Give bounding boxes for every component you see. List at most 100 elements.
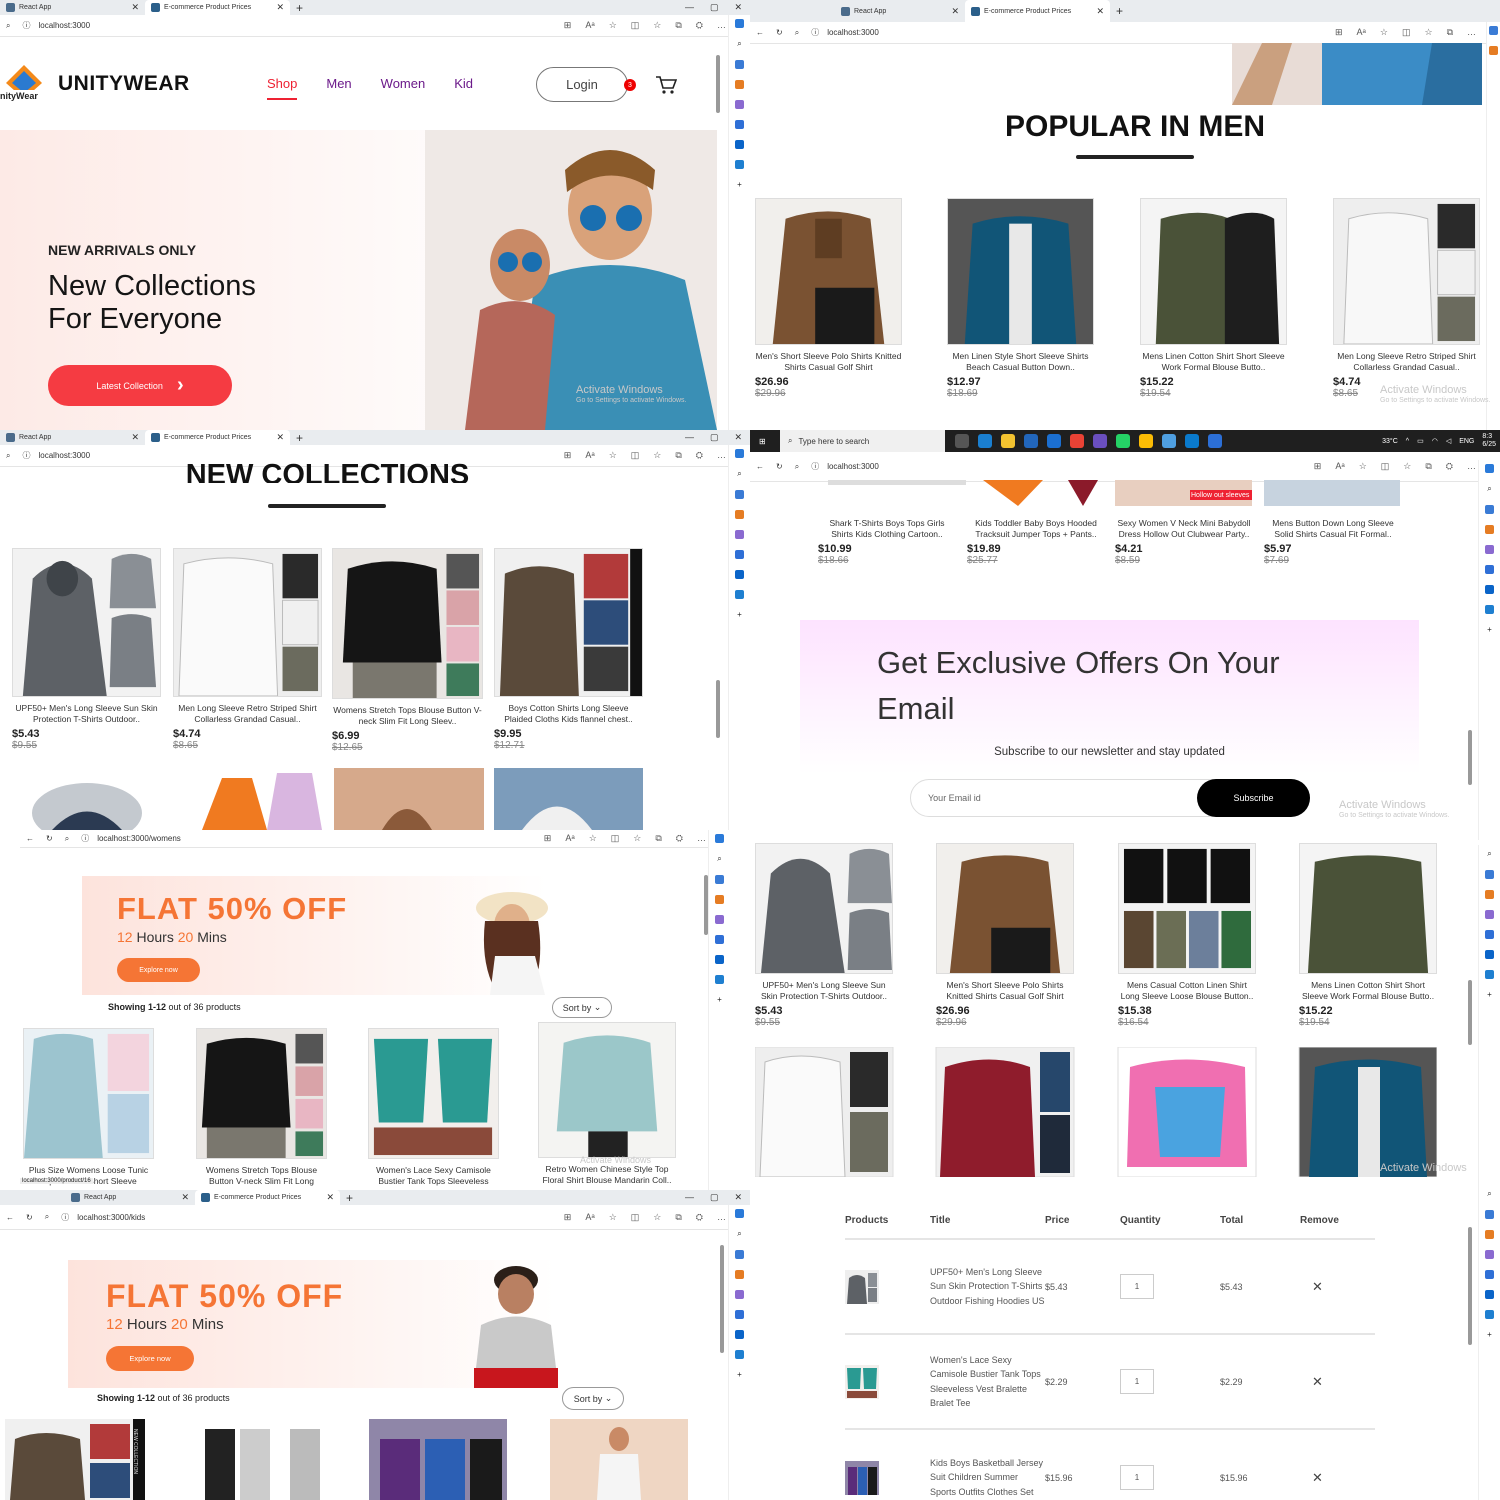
collections-icon[interactable]: ⧉: [675, 450, 681, 461]
url-field[interactable]: localhost:3000: [827, 462, 879, 471]
outlook-icon[interactable]: [735, 140, 744, 149]
add-icon[interactable]: +: [737, 1370, 742, 1379]
tab-react-app[interactable]: React App ✕: [0, 430, 145, 445]
search-icon[interactable]: ⌕: [65, 834, 69, 844]
store-icon[interactable]: [1024, 434, 1038, 448]
people-icon[interactable]: [735, 100, 744, 109]
url-field[interactable]: localhost:3000: [38, 21, 90, 30]
more-icon[interactable]: …: [1467, 461, 1476, 472]
outlook-icon[interactable]: [715, 955, 724, 964]
copilot-icon[interactable]: [735, 19, 744, 28]
product-image[interactable]: [23, 1028, 154, 1159]
chrome-icon[interactable]: [1139, 434, 1153, 448]
close-tab-icon[interactable]: ✕: [326, 1192, 334, 1203]
close-tab-icon[interactable]: ✕: [131, 2, 139, 13]
add-icon[interactable]: +: [737, 180, 742, 189]
split-screen-icon[interactable]: ◫: [611, 833, 620, 844]
product-image[interactable]: [332, 548, 483, 699]
search-icon[interactable]: ⌕: [737, 469, 741, 479]
add-icon[interactable]: +: [737, 610, 742, 619]
tag-icon[interactable]: [1485, 505, 1494, 514]
product-image[interactable]: [368, 1028, 499, 1159]
menu-item-men[interactable]: Men: [326, 76, 351, 91]
tray-arrow-icon[interactable]: ^: [1406, 438, 1409, 445]
people-icon[interactable]: [1485, 1250, 1494, 1259]
product-card[interactable]: Mens Casual Cotton Linen Shirt Long Slee…: [1118, 843, 1256, 1028]
product-image[interactable]: [538, 1022, 676, 1158]
clock[interactable]: 8:3 6/25: [1482, 433, 1496, 449]
favorites-icon[interactable]: ☆: [1424, 27, 1432, 38]
more-icon[interactable]: …: [717, 20, 726, 31]
product-card[interactable]: Shark T-Shirts Boys Tops Girls Shirts Ki…: [818, 512, 956, 566]
powershell-icon[interactable]: [1208, 434, 1222, 448]
search-icon[interactable]: ⌕: [717, 854, 721, 864]
shopping-icon[interactable]: [735, 510, 744, 519]
favorite-star-icon[interactable]: ☆: [609, 450, 617, 461]
whatsapp-icon[interactable]: [1116, 434, 1130, 448]
product-card[interactable]: Mens Button Down Long Sleeve Solid Shirt…: [1264, 512, 1402, 566]
circle-icon[interactable]: [715, 935, 724, 944]
more-icon[interactable]: …: [717, 1212, 726, 1223]
add-icon[interactable]: +: [1487, 625, 1492, 634]
circle-icon[interactable]: [1485, 1270, 1494, 1279]
latest-collection-button[interactable]: Latest Collection ›: [48, 365, 232, 406]
search-icon[interactable]: ⌕: [6, 451, 10, 461]
maximize-icon[interactable]: ▢: [710, 2, 719, 13]
visual-studio-icon[interactable]: [1093, 434, 1107, 448]
tab-ecommerce[interactable]: E-commerce Product Prices ✕: [145, 0, 290, 15]
add-icon[interactable]: +: [1487, 990, 1492, 999]
product-image[interactable]: [1140, 198, 1287, 345]
send-icon[interactable]: [735, 590, 744, 599]
minimize-icon[interactable]: —: [685, 1192, 694, 1203]
menu-item-shop[interactable]: Shop: [267, 76, 298, 100]
product-card[interactable]: Men Linen Style Short Sleeve Shirts Beac…: [947, 198, 1094, 399]
product-card[interactable]: UPF50+ Men's Long Sleeve Sun Skin Protec…: [12, 548, 161, 751]
search-icon[interactable]: ⌕: [1487, 1189, 1491, 1199]
new-tab-icon[interactable]: +: [1116, 4, 1123, 18]
new-tab-icon[interactable]: +: [296, 1, 303, 15]
split-screen-icon[interactable]: ◫: [1402, 27, 1411, 38]
send-icon[interactable]: [735, 1350, 744, 1359]
minimize-icon[interactable]: —: [685, 2, 694, 13]
search-icon[interactable]: ⌕: [795, 462, 799, 472]
people-icon[interactable]: [715, 915, 724, 924]
circle-icon[interactable]: [1485, 930, 1494, 939]
maximize-icon[interactable]: ▢: [710, 432, 719, 443]
send-icon[interactable]: [1485, 970, 1494, 979]
outlook-icon[interactable]: [1485, 950, 1494, 959]
url-field[interactable]: localhost:3000/kids: [77, 1213, 145, 1222]
close-tab-icon[interactable]: ✕: [131, 432, 139, 443]
shopping-icon[interactable]: [1485, 525, 1494, 534]
tag-icon[interactable]: [735, 490, 744, 499]
cart-item-image[interactable]: [845, 1269, 879, 1304]
apps-icon[interactable]: ⊞: [1335, 27, 1343, 38]
refresh-icon[interactable]: ↻: [776, 462, 783, 471]
apps-icon[interactable]: ⊞: [564, 1212, 572, 1223]
cart-item-image[interactable]: [845, 1364, 879, 1399]
scrollbar[interactable]: [704, 875, 708, 935]
circle-icon[interactable]: [735, 550, 744, 559]
folder-icon[interactable]: [1001, 434, 1015, 448]
apps-icon[interactable]: ⊞: [1314, 461, 1322, 472]
favorite-star-icon[interactable]: ☆: [609, 1212, 617, 1223]
mail-icon[interactable]: [1047, 434, 1061, 448]
circle-icon[interactable]: [1485, 565, 1494, 574]
product-card[interactable]: Men's Short Sleeve Polo Shirts Knitted S…: [755, 198, 902, 399]
read-aloud-icon[interactable]: Aᵃ: [585, 1212, 594, 1223]
extensions-icon[interactable]: ⛭: [696, 1212, 703, 1223]
remove-item-icon[interactable]: ✕: [1300, 1374, 1375, 1390]
collections-icon[interactable]: ⧉: [655, 833, 661, 844]
search-icon[interactable]: ⌕: [6, 21, 10, 31]
people-icon[interactable]: [1485, 910, 1494, 919]
new-tab-icon[interactable]: +: [346, 1191, 353, 1205]
favorites-icon[interactable]: ☆: [653, 20, 661, 31]
url-field[interactable]: localhost:3000: [38, 451, 90, 460]
product-image[interactable]: [1118, 843, 1256, 974]
product-image[interactable]: [196, 1028, 327, 1159]
product-image[interactable]: [755, 843, 893, 974]
more-icon[interactable]: …: [717, 450, 726, 461]
apps-icon[interactable]: ⊞: [564, 20, 572, 31]
collections-icon[interactable]: ⧉: [675, 20, 681, 31]
send-icon[interactable]: [1485, 1310, 1494, 1319]
outlook-icon[interactable]: [1485, 1290, 1494, 1299]
